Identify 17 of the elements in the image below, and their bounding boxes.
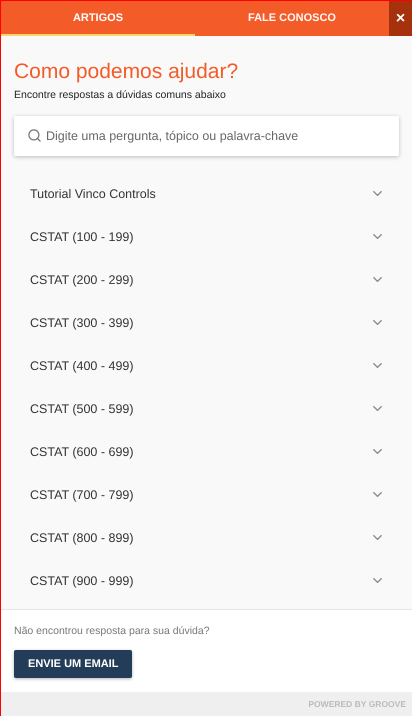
category-item[interactable]: CSTAT (500 - 599) xyxy=(30,402,134,416)
category-item[interactable]: CSTAT (600 - 699) xyxy=(30,444,134,458)
category-item[interactable]: CSTAT (200 - 299) xyxy=(30,272,134,286)
category-item[interactable]: CSTAT (400 - 499) xyxy=(30,358,134,372)
search-icon xyxy=(27,128,42,143)
category-item[interactable]: CSTAT (100 - 199) xyxy=(30,230,134,244)
category-item[interactable]: CSTAT (700 - 799) xyxy=(30,488,134,502)
category-item[interactable]: Tutorial Vinco Controls xyxy=(30,186,156,200)
category-item[interactable]: CSTAT (300 - 399) xyxy=(30,316,134,330)
help-question: Não encontrou resposta para sua dúvida? xyxy=(14,625,210,637)
category-item[interactable]: CSTAT (800 - 899) xyxy=(30,530,134,544)
subheading: Encontre respostas a dúvidas comuns abaixo xyxy=(14,89,227,101)
category-item[interactable]: CSTAT (900 - 999) xyxy=(30,574,134,588)
heading: Como podemos ajudar? xyxy=(14,60,240,84)
close-button[interactable]: × xyxy=(389,1,412,36)
search-field[interactable]: Digite uma pergunta, tópico ou palavra-chave xyxy=(14,116,399,156)
email-button[interactable]: ENVIE UM EMAIL xyxy=(14,650,132,678)
